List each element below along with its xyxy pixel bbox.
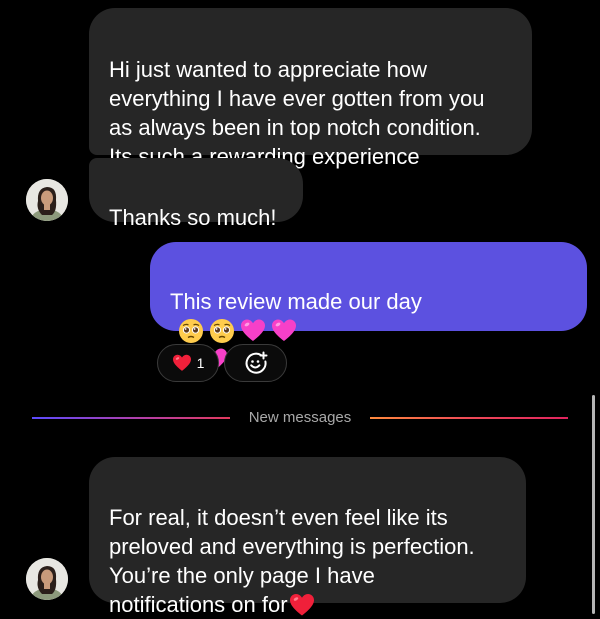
red-heart-icon (289, 594, 314, 616)
message-bubble-incoming[interactable]: Hi just wanted to appreciate how everyth… (89, 8, 532, 169)
red-heart-icon (172, 354, 191, 371)
new-messages-label: New messages (248, 409, 352, 426)
avatar-photo (26, 179, 68, 221)
message-bubble-incoming[interactable]: Thanks so much! (89, 158, 303, 230)
sender-avatar[interactable] (26, 179, 68, 221)
pleading-face-icon (210, 319, 234, 343)
new-messages-divider-right (370, 417, 568, 419)
avatar-photo (26, 558, 68, 600)
pink-heart-icon (272, 319, 296, 341)
add-reaction-icon (245, 351, 267, 374)
sender-avatar[interactable] (26, 558, 68, 600)
message-bubble-incoming[interactable]: For real, it doesn’t even feel like its … (89, 457, 526, 617)
message-text: Thanks so much! (109, 205, 277, 230)
scrollbar[interactable] (592, 395, 595, 614)
message-bubble-outgoing[interactable]: This review made our day (150, 242, 587, 370)
message-text: This review made our day (170, 289, 422, 314)
reaction-count: 1 (196, 355, 205, 371)
pleading-face-icon (179, 319, 203, 343)
heart-reaction-badge[interactable]: 1 (157, 344, 219, 382)
new-messages-divider-left (32, 417, 230, 419)
pink-heart-icon (241, 319, 265, 341)
message-text: Hi just wanted to appreciate how everyth… (109, 57, 485, 169)
add-reaction-button[interactable] (224, 344, 287, 382)
